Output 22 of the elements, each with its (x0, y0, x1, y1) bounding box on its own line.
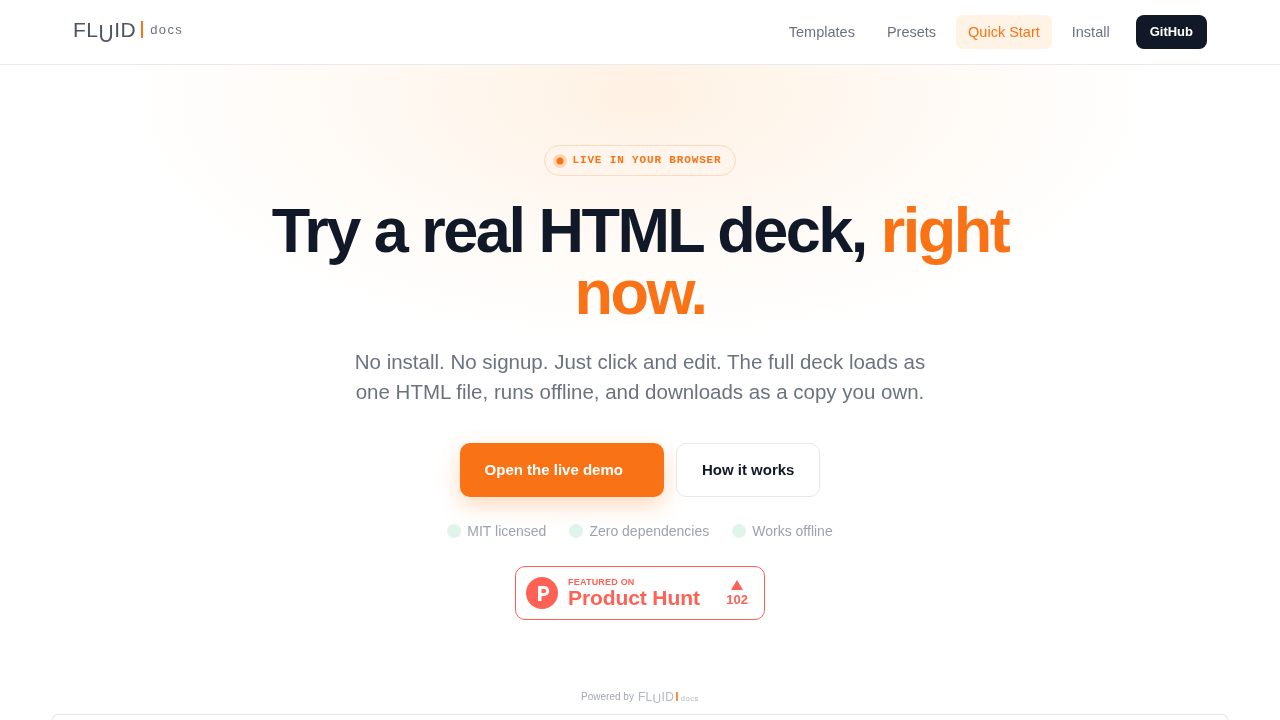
demo-button[interactable]: Open the live demo (459, 443, 664, 497)
status-dot-icon (732, 524, 747, 538)
status-dot-icon (569, 524, 584, 538)
github-button[interactable]: GitHub (1135, 15, 1207, 49)
nav-link[interactable]: Install (1059, 15, 1122, 49)
feature-label: Works offline (752, 522, 833, 541)
live-dot-icon (553, 153, 568, 168)
logo-icon (526, 577, 558, 609)
feature-label: Zero dependencies (589, 522, 710, 541)
hero-heading: Try a real HTML deck, right now. (270, 199, 1010, 323)
upvote-triangle-icon (731, 579, 744, 590)
how-it-works-button[interactable]: How it works (675, 443, 821, 497)
product-hunt-badge[interactable]: FEATURED ON Product Hunt 102 (515, 566, 765, 620)
hero-description: No install. No signup. Just click and edit. The full deck loads as one HTML file, runs offline, and downloads as a copy you own. (353, 349, 927, 405)
nav-link[interactable]: Quick Start (956, 15, 1052, 49)
nav-link[interactable]: Templates (776, 15, 867, 49)
feature-label: MIT licensed (467, 522, 547, 541)
live-badge: LIVE IN YOUR BROWSER (544, 145, 736, 176)
logo-link[interactable]: FLUID docs (73, 18, 184, 40)
powered-by-text: Powered by (581, 690, 634, 704)
nav-link[interactable]: Presets (874, 15, 949, 49)
status-dot-icon (447, 524, 462, 538)
